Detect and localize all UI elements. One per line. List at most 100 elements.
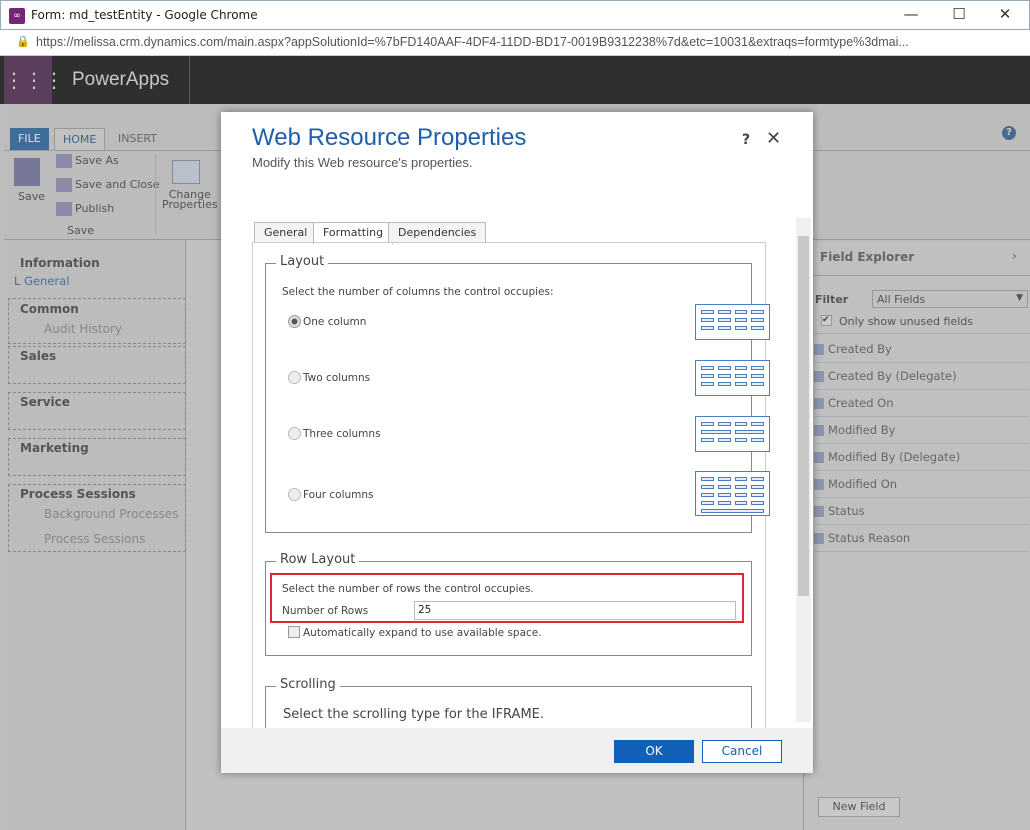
tab-general[interactable]: General	[254, 222, 318, 243]
tab-home[interactable]: HOME	[54, 128, 106, 150]
layout-cell	[717, 310, 731, 314]
layout-cell	[734, 493, 748, 497]
divider	[189, 56, 190, 104]
nav-section-common[interactable]: Common	[20, 302, 79, 316]
minimize-button[interactable]: —	[891, 5, 931, 27]
app-title: PowerApps	[72, 69, 170, 90]
window-title: Form: md_testEntity - Google Chrome	[31, 8, 258, 22]
auto-expand-label: Automatically expand to use available sp…	[303, 627, 542, 639]
cancel-button[interactable]: Cancel	[702, 740, 782, 763]
radio-three-columns[interactable]: Three columns	[288, 427, 381, 440]
layout-cell	[751, 382, 764, 386]
layout-cell	[751, 501, 764, 505]
field-explorer: Field Explorer › Filter All Fields ▼ ✔ On…	[803, 243, 1030, 830]
close-button[interactable]: ✕	[985, 5, 1025, 27]
layout-cell	[701, 509, 764, 513]
layout-cell	[701, 366, 714, 370]
tab-file[interactable]: FILE	[10, 128, 49, 150]
tab-insert[interactable]: INSERT	[110, 128, 165, 150]
field-item[interactable]: Modified By (Delegate)	[814, 444, 1029, 471]
layout-cell	[734, 477, 748, 481]
layout-fieldset: Layout Select the number of columns the …	[265, 254, 770, 533]
layout-cell	[734, 382, 748, 386]
new-field-button[interactable]: New Field	[818, 797, 900, 817]
layout-cell	[701, 310, 714, 314]
address-bar[interactable]: 🔒 https://melissa.crm.dynamics.com/main.…	[0, 30, 1030, 56]
nav-section-marketing[interactable]: Marketing	[20, 441, 89, 455]
row-layout-legend: Row Layout	[276, 552, 360, 567]
layout-cell	[734, 326, 748, 330]
save-and-close-button[interactable]: Save and Close	[56, 178, 160, 192]
nav-section-information[interactable]: Information	[20, 256, 100, 270]
field-item[interactable]: Status Reason	[814, 525, 1029, 552]
change-properties-button[interactable]: Change Properties	[162, 189, 218, 210]
field-item[interactable]: Status	[814, 498, 1029, 525]
unused-fields-checkbox[interactable]: ✔	[821, 315, 832, 326]
layout-cell	[751, 485, 764, 489]
browser-title-bar: ∞ Form: md_testEntity - Google Chrome — …	[0, 0, 1030, 30]
save-as-button[interactable]: Save As	[56, 154, 119, 168]
field-item[interactable]: Created By (Delegate)	[814, 363, 1029, 390]
layout-cell	[717, 366, 731, 370]
layout-cell	[717, 493, 731, 497]
field-explorer-title: Field Explorer	[820, 250, 915, 264]
collapse-chevron-icon[interactable]: ›	[1012, 249, 1017, 263]
radio-two-columns[interactable]: Two columns	[288, 371, 370, 384]
radio-one-column[interactable]: One column	[288, 315, 366, 328]
publish-button[interactable]: Publish	[56, 202, 114, 216]
two-columns-icon	[695, 360, 770, 396]
save-close-icon	[56, 178, 72, 192]
radio-four-columns[interactable]: Four columns	[288, 488, 374, 501]
filter-label: Filter	[815, 293, 849, 306]
scrollbar-thumb[interactable]	[798, 236, 809, 596]
layout-cell	[734, 374, 748, 378]
nav-item-background-processes[interactable]: Background Processes	[44, 507, 179, 521]
form-navigation: Information L General Common Audit Histo…	[4, 240, 186, 830]
waffle-icon[interactable]: ⋮⋮⋮	[4, 56, 64, 104]
four-columns-icon	[695, 471, 770, 516]
nav-item-process-sessions[interactable]: Process Sessions	[44, 532, 145, 546]
field-item[interactable]: Modified On	[814, 471, 1029, 498]
layout-cell	[701, 493, 714, 497]
layout-cell	[717, 374, 731, 378]
layout-cell	[751, 422, 764, 426]
publish-icon	[56, 202, 72, 216]
help-button[interactable]: ?	[742, 132, 750, 148]
layout-cell	[717, 326, 731, 330]
lock-icon: 🔒	[16, 35, 30, 48]
field-item[interactable]: Created By	[814, 336, 1029, 363]
layout-cell	[717, 318, 731, 322]
maximize-button[interactable]: ☐	[939, 5, 979, 27]
layout-cell	[751, 374, 764, 378]
layout-cell	[734, 430, 764, 434]
nav-section-service[interactable]: Service	[20, 395, 70, 409]
layout-cell	[751, 310, 764, 314]
tab-dependencies[interactable]: Dependencies	[388, 222, 487, 243]
auto-expand-checkbox[interactable]	[288, 626, 300, 638]
layout-cell	[717, 477, 731, 481]
field-item[interactable]: Modified By	[814, 417, 1029, 444]
app-header: ⋮⋮⋮ PowerApps	[0, 56, 1030, 104]
layout-cell	[701, 318, 714, 322]
nav-section-sales[interactable]: Sales	[20, 349, 56, 363]
layout-cell	[751, 438, 764, 442]
filter-select[interactable]: All Fields ▼	[872, 290, 1028, 308]
ok-button[interactable]: OK	[614, 740, 694, 763]
url[interactable]: https://melissa.crm.dynamics.com/main.as…	[36, 35, 909, 49]
nav-item-general[interactable]: L General	[14, 274, 69, 288]
number-of-rows-input[interactable]: 25	[414, 601, 736, 620]
nav-section-process-sessions[interactable]: Process Sessions	[20, 487, 136, 501]
save-button[interactable]: Save	[18, 190, 45, 203]
tab-formatting[interactable]: Formatting	[313, 222, 394, 244]
three-columns-icon	[695, 416, 770, 452]
nav-item-audit-history[interactable]: Audit History	[44, 322, 122, 336]
field-item[interactable]: Created On	[814, 390, 1029, 417]
change-properties-icon	[172, 160, 200, 184]
layout-cell	[717, 501, 731, 505]
dialog-footer: OK Cancel	[221, 728, 813, 773]
layout-cell	[701, 374, 714, 378]
layout-cell	[751, 318, 764, 322]
layout-cell	[701, 430, 731, 434]
help-icon[interactable]: ?	[1002, 126, 1016, 140]
dialog-close-button[interactable]: ✕	[766, 128, 781, 149]
